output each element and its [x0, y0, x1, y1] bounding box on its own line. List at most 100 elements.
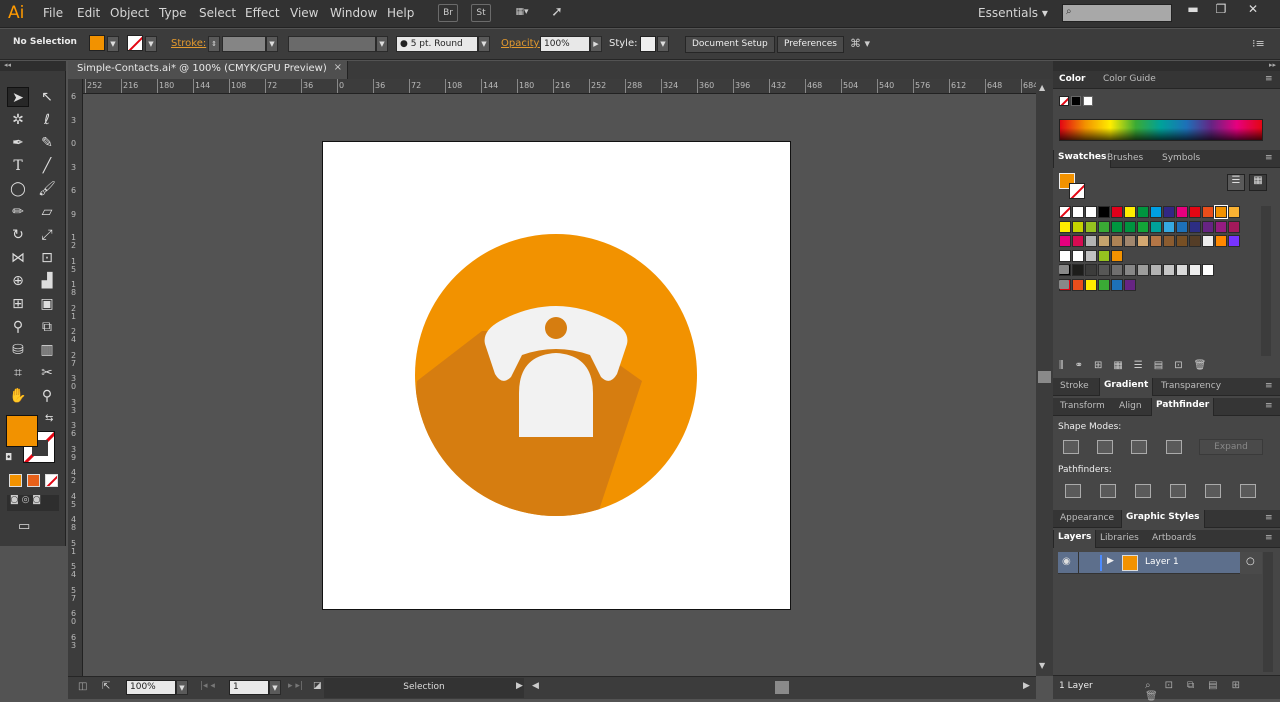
zoom-field[interactable]: 100% — [126, 680, 176, 695]
swatch[interactable] — [1124, 264, 1136, 276]
menu-window[interactable]: Window — [330, 6, 377, 20]
restore-button[interactable]: ❐ — [1208, 2, 1234, 18]
swatch[interactable] — [1215, 220, 1227, 233]
swatch[interactable] — [1111, 206, 1123, 218]
none-mode-icon[interactable] — [45, 474, 58, 487]
free-transform-tool-icon[interactable]: ⊡ — [36, 248, 58, 268]
tab-layers[interactable]: Layers — [1053, 530, 1097, 548]
line-tool-icon[interactable]: ╱ — [36, 156, 58, 176]
swatch[interactable] — [1124, 206, 1136, 218]
layer-row[interactable]: ◉ ▶ Layer 1 ○ — [1058, 552, 1262, 574]
variable-width-profile[interactable] — [288, 36, 376, 52]
swatch[interactable] — [1072, 235, 1084, 247]
bridge-button[interactable]: Br — [438, 4, 458, 22]
swatch[interactable] — [1059, 220, 1071, 233]
tab-artboards[interactable]: Artboards — [1152, 533, 1196, 543]
stroke-dropdown[interactable]: ▼ — [145, 36, 157, 52]
close-tab-icon[interactable]: × — [334, 62, 342, 73]
tab-libraries[interactable]: Libraries — [1100, 533, 1139, 543]
swatch[interactable] — [1111, 235, 1123, 247]
share-icon[interactable]: ⇱ — [102, 681, 110, 692]
swatch[interactable] — [1176, 220, 1188, 233]
swatch[interactable] — [1150, 264, 1162, 276]
default-colors-icon[interactable]: ◘ — [5, 453, 12, 463]
column-graph-tool-icon[interactable]: ▥ — [36, 340, 58, 360]
tab-appearance[interactable]: Appearance — [1060, 513, 1114, 523]
swatch[interactable] — [1085, 264, 1097, 276]
mesh-tool-icon[interactable]: ⊞ — [7, 294, 29, 314]
opacity-field[interactable]: 100% — [540, 36, 590, 52]
brush-dropdown[interactable]: ▼ — [478, 36, 490, 52]
swatch-group-folder-icon[interactable] — [1059, 265, 1069, 274]
swatch[interactable] — [1098, 220, 1110, 233]
divide-icon[interactable] — [1065, 484, 1081, 498]
visibility-eye-icon[interactable]: ◉ — [1062, 556, 1071, 567]
swatch[interactable] — [1111, 278, 1123, 291]
opacity-dropdown[interactable]: ▶ — [590, 36, 602, 52]
grid-view-icon[interactable]: ▦ — [1249, 174, 1267, 191]
expand-layer-icon[interactable]: ▶ — [1107, 556, 1114, 566]
drawing-modes-icon[interactable]: ◙ ◎ ◙ — [7, 495, 59, 511]
minus-back-icon[interactable] — [1240, 484, 1256, 498]
document-setup-button[interactable]: Document Setup — [685, 36, 775, 53]
workspace-switcher[interactable]: Essentials ▾ — [978, 6, 1048, 20]
swatch[interactable] — [1085, 220, 1097, 233]
swatch[interactable] — [1137, 206, 1149, 218]
swatch-group-folder-icon[interactable] — [1059, 279, 1069, 289]
vscroll-thumb[interactable] — [1038, 371, 1051, 383]
artboard-options-icon[interactable]: ◪ — [313, 681, 322, 691]
swatch[interactable] — [1124, 235, 1136, 247]
swatch[interactable] — [1176, 264, 1188, 276]
fill-dropdown[interactable]: ▼ — [107, 36, 119, 52]
ellipse-tool-icon[interactable]: ◯ — [7, 179, 29, 199]
tab-symbols[interactable]: Symbols — [1162, 153, 1200, 163]
swatch[interactable] — [1072, 206, 1084, 218]
swatch[interactable] — [1150, 235, 1162, 247]
panel-menu-icon[interactable]: ≡ — [1265, 513, 1273, 523]
color-black-swatch[interactable] — [1071, 96, 1081, 106]
tab-gradient[interactable]: Gradient — [1099, 378, 1154, 396]
direct-selection-tool-icon[interactable]: ↖ — [36, 87, 58, 107]
swatch[interactable] — [1214, 205, 1228, 219]
contacts-icon-artwork[interactable] — [322, 141, 791, 610]
color-none-swatch[interactable] — [1059, 96, 1069, 106]
swatch[interactable] — [1098, 235, 1110, 247]
swatch[interactable] — [1202, 220, 1214, 233]
rotate-tool-icon[interactable]: ↻ — [7, 225, 29, 245]
swatch[interactable] — [1111, 264, 1123, 276]
swatch[interactable] — [1111, 249, 1123, 262]
menu-effect[interactable]: Effect — [245, 6, 280, 20]
blend-tool-icon[interactable]: ⧉ — [36, 317, 58, 337]
swatch[interactable] — [1163, 220, 1175, 233]
gpu-rocket-icon[interactable]: ➚ — [547, 4, 567, 22]
swatch[interactable] — [1072, 264, 1084, 276]
panel-menu-icon[interactable]: ≡ — [1265, 381, 1273, 391]
swatch[interactable] — [1059, 206, 1071, 218]
status-menu-icon[interactable]: ▶ — [516, 681, 523, 691]
tab-align[interactable]: Align — [1119, 401, 1142, 411]
perspective-grid-tool-icon[interactable]: ▟ — [36, 271, 58, 291]
unite-icon[interactable] — [1063, 440, 1079, 454]
intersect-icon[interactable] — [1131, 440, 1147, 454]
document-tab[interactable]: Simple-Contacts.ai* @ 100% (CMYK/GPU Pre… — [68, 61, 348, 79]
swatch[interactable] — [1163, 235, 1175, 247]
gradient-mode-icon[interactable] — [27, 474, 40, 487]
swatch[interactable] — [1215, 235, 1227, 247]
zoom-dropdown[interactable]: ▼ — [176, 680, 188, 695]
target-circle-icon[interactable]: ○ — [1246, 556, 1255, 567]
graphic-style-swatch[interactable] — [640, 36, 656, 52]
artboard-dropdown[interactable]: ▼ — [269, 680, 281, 695]
close-button[interactable]: ✕ — [1240, 2, 1266, 18]
swatch[interactable] — [1150, 206, 1162, 218]
hand-tool-icon[interactable]: ✋ — [7, 386, 29, 406]
swatches-footer-icons[interactable]: ⫼⚭⊞▦☰▤⊡🗑 — [1059, 360, 1217, 371]
gradient-tool-icon[interactable]: ▣ — [36, 294, 58, 314]
swatch[interactable] — [1085, 235, 1097, 247]
magic-wand-tool-icon[interactable]: ✲ — [7, 110, 29, 130]
swatch[interactable] — [1163, 206, 1175, 218]
outline-icon[interactable] — [1205, 484, 1221, 498]
swatch[interactable] — [1085, 206, 1097, 218]
hscroll-thumb[interactable] — [775, 681, 789, 694]
swatch[interactable] — [1202, 206, 1214, 218]
tab-color[interactable]: Color — [1059, 74, 1086, 84]
